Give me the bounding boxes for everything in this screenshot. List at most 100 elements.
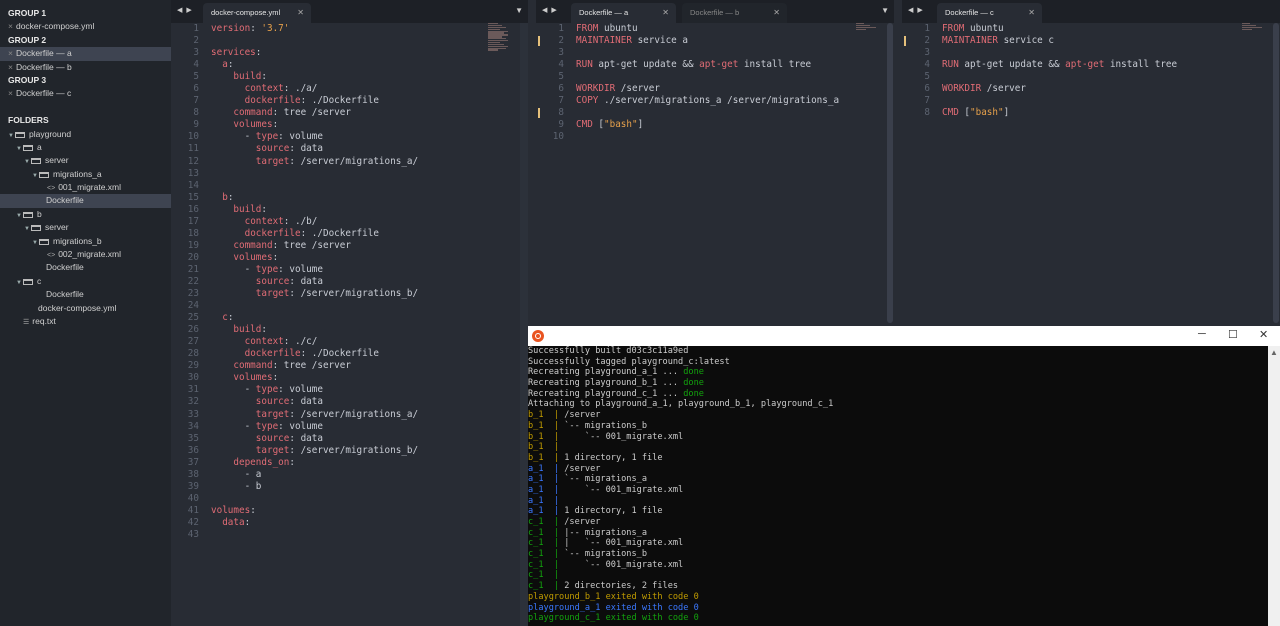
code-area[interactable]: 1 FROM ubuntu 2 MAINTAINER service a 3 4 RUN a… bbox=[536, 23, 894, 143]
code-token: : bbox=[289, 456, 295, 468]
scrollbar-thumb[interactable] bbox=[887, 23, 893, 323]
close-icon[interactable]: ✕ bbox=[1028, 3, 1035, 23]
terminal-line: a_1 | bbox=[528, 496, 1280, 507]
close-icon[interactable]: × bbox=[8, 62, 13, 72]
terminal-text: Recreating playground_c_1 ... bbox=[528, 388, 684, 399]
tree-item[interactable]: ▼ c bbox=[0, 275, 171, 288]
tab-nav-arrows-icon[interactable]: ◀ ▶ bbox=[542, 6, 558, 14]
tree-item[interactable]: Dockerfile bbox=[0, 194, 171, 208]
minimap[interactable] bbox=[856, 23, 880, 83]
code-line: 6 WORKDIR /server bbox=[536, 83, 894, 95]
close-icon[interactable]: × bbox=[8, 21, 13, 31]
minimize-icon[interactable]: ─ bbox=[1198, 328, 1206, 340]
maximize-icon[interactable]: ☐ bbox=[1228, 328, 1238, 341]
scroll-up-icon[interactable]: ▲ bbox=[1270, 348, 1278, 357]
terminal-line: b_1 | 1 directory, 1 file bbox=[528, 453, 1280, 464]
close-icon[interactable]: ✕ bbox=[662, 3, 669, 23]
line-number: 18 bbox=[187, 227, 199, 239]
open-file-dockerfile-c[interactable]: × Dockerfile — c bbox=[0, 87, 171, 100]
tree-item[interactable]: ▼ server bbox=[0, 221, 171, 234]
line-number: 20 bbox=[187, 251, 199, 263]
line-number: 37 bbox=[187, 456, 199, 468]
code-token: data bbox=[222, 516, 245, 528]
tab-dockerfile-a[interactable]: Dockerfile — a ✕ bbox=[571, 3, 676, 23]
line-number: 19 bbox=[187, 239, 199, 251]
terminal-text: b_1 | bbox=[528, 431, 565, 442]
close-icon[interactable]: ✕ bbox=[297, 3, 304, 23]
code-token: FROM bbox=[942, 23, 965, 34]
close-icon[interactable]: × bbox=[8, 48, 13, 58]
line-number: 1 bbox=[558, 23, 564, 34]
code-token: : bbox=[272, 372, 279, 384]
tree-item-label: a bbox=[37, 141, 42, 152]
open-file-dockerfile-b[interactable]: × Dockerfile — b bbox=[0, 61, 171, 74]
code-token: : bbox=[227, 312, 234, 324]
tab-nav-arrows-icon[interactable]: ◀ ▶ bbox=[177, 6, 193, 14]
tree-item[interactable]: ☰ req.txt bbox=[0, 315, 171, 328]
code-token: : tree /server bbox=[272, 239, 351, 251]
line-number: 32 bbox=[187, 396, 199, 408]
scrollbar[interactable] bbox=[520, 23, 528, 626]
open-file-dockerfile-a[interactable]: × Dockerfile — a bbox=[0, 47, 171, 61]
folder-icon bbox=[23, 144, 33, 151]
code-token: command bbox=[233, 107, 273, 119]
code-token: "bash" bbox=[970, 107, 1004, 119]
tree-item[interactable]: ▼ b bbox=[0, 208, 171, 221]
tab-nav-arrows-icon[interactable]: ◀ ▶ bbox=[908, 6, 924, 14]
tab-dockerfile-b[interactable]: Dockerfile — b ✕ bbox=[682, 3, 787, 23]
code-line: 8 command: tree /server bbox=[171, 107, 528, 119]
tab-docker-compose[interactable]: docker-compose.yml ✕ bbox=[203, 3, 311, 23]
line-number: 5 bbox=[558, 71, 564, 83]
close-icon[interactable]: ✕ bbox=[1259, 328, 1268, 341]
line-number: 27 bbox=[187, 336, 199, 348]
tree-item[interactable]: ▼ a bbox=[0, 141, 171, 154]
tree-item[interactable]: ▼ migrations_a bbox=[0, 168, 171, 181]
chevron-down-icon[interactable]: ▼ bbox=[515, 6, 523, 15]
tree-item[interactable]: docker-compose.yml bbox=[0, 302, 171, 315]
terminal-line: a_1 | 1 directory, 1 file bbox=[528, 506, 1280, 517]
folder-icon bbox=[23, 211, 33, 218]
line-number: 7 bbox=[558, 95, 564, 107]
close-icon[interactable]: ✕ bbox=[773, 3, 780, 23]
tree-item[interactable]: <> 001_migrate.xml bbox=[0, 181, 171, 194]
terminal-line: c_1 | /server bbox=[528, 517, 1280, 528]
group-3-header: GROUP 3 bbox=[8, 74, 47, 85]
code-line: 37 depends_on: bbox=[171, 457, 528, 469]
minimap[interactable] bbox=[488, 23, 512, 83]
editor-pane-dockerfile-c: ◀ ▶ Dockerfile — c ✕ 1 FROM ubuntu 2 MAINTAI… bbox=[902, 0, 1280, 326]
code-area[interactable]: 1 version: '3.7' 2 3 services: 4 a: 5 build: 6 … bbox=[171, 23, 528, 541]
terminal-scrollbar[interactable]: ▲ bbox=[1268, 346, 1280, 626]
tree-item[interactable]: ▼ server bbox=[0, 154, 171, 167]
folder-icon bbox=[23, 278, 33, 285]
terminal-line: c_1 | 2 directories, 2 files bbox=[528, 581, 1280, 592]
code-area[interactable]: 1 FROM ubuntu 2 MAINTAINER service c 3 4 RUN a… bbox=[902, 23, 1280, 119]
close-icon[interactable]: × bbox=[8, 88, 13, 98]
code-token: dockerfile bbox=[244, 95, 301, 107]
line-number: 41 bbox=[187, 504, 199, 516]
chevron-down-icon[interactable]: ▼ bbox=[881, 6, 889, 15]
line-number: 9 bbox=[193, 119, 199, 131]
tab-dockerfile-c[interactable]: Dockerfile — c ✕ bbox=[937, 3, 1042, 23]
tab-label: Dockerfile — a bbox=[579, 8, 629, 17]
tree-item[interactable]: Dockerfile bbox=[0, 288, 171, 301]
tree-item[interactable]: <> 002_migrate.xml bbox=[0, 248, 171, 261]
terminal-title-bar[interactable]: ─ ☐ ✕ bbox=[528, 326, 1280, 346]
terminal-text: c_1 | bbox=[528, 517, 565, 527]
terminal-text: playground_a_1 exited with code 0 bbox=[528, 602, 699, 613]
tree-item[interactable]: Dockerfile bbox=[0, 261, 171, 274]
tree-item[interactable]: ▼ migrations_b bbox=[0, 235, 171, 248]
code-token: dockerfile bbox=[244, 227, 301, 239]
terminal-window: ─ ☐ ✕ Successfully built d03c3c11a9ed Suc… bbox=[528, 326, 1280, 626]
scrollbar-thumb[interactable] bbox=[1273, 23, 1279, 323]
terminal-output[interactable]: Successfully built d03c3c11a9ed Successfu… bbox=[528, 346, 1280, 624]
terminal-text: done bbox=[683, 378, 704, 389]
open-file-docker-compose[interactable]: × docker-compose.yml bbox=[0, 20, 171, 33]
tree-item[interactable]: ▼ playground bbox=[0, 128, 171, 141]
minimap[interactable] bbox=[1242, 23, 1266, 83]
